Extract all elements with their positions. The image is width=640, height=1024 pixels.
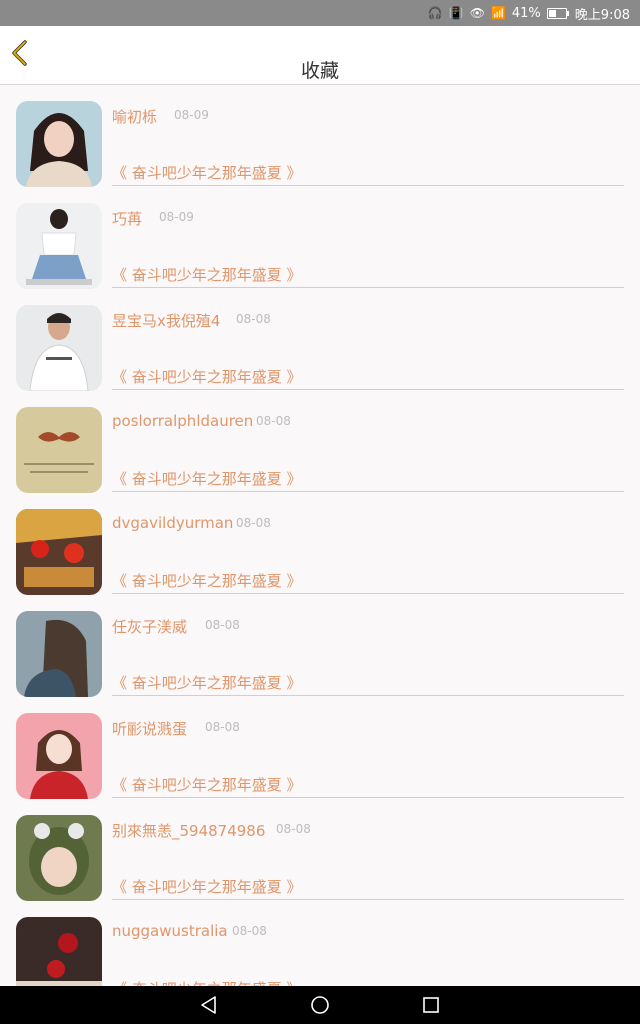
date: 08-08	[232, 924, 267, 938]
date: 08-08	[205, 720, 240, 734]
work-title[interactable]: 《 奋斗吧少年之那年盛夏 》	[112, 162, 302, 183]
nav-back-button[interactable]	[198, 994, 220, 1016]
avatar[interactable]	[16, 101, 102, 187]
user-name: 巧苒	[112, 210, 143, 228]
page-header: 收藏	[0, 26, 640, 85]
user-name: 别來無恙_594874986	[112, 822, 266, 840]
date: 08-09	[159, 210, 194, 224]
avatar[interactable]	[16, 509, 102, 595]
date: 08-08	[256, 414, 291, 428]
favorites-list[interactable]: 喻初栎 08-09 《 奋斗吧少年之那年盛夏 》 巧苒 08-09 《 奋斗吧少…	[0, 84, 640, 986]
list-item[interactable]: 任灰子渼威 08-08 《 奋斗吧少年之那年盛夏 》	[0, 594, 640, 697]
work-title[interactable]: 《 奋斗吧少年之那年盛夏 》	[112, 876, 302, 897]
work-title[interactable]: 《 奋斗吧少年之那年盛夏 》	[112, 978, 302, 986]
battery-icon	[546, 7, 569, 19]
date: 08-08	[276, 822, 311, 836]
list-item[interactable]: 巧苒 08-09 《 奋斗吧少年之那年盛夏 》	[0, 186, 640, 289]
status-bar: 🎧 📳 👁 📶 41% 晚上9:08	[0, 0, 640, 26]
work-title[interactable]: 《 奋斗吧少年之那年盛夏 》	[112, 570, 302, 591]
wifi-icon: 📶	[490, 6, 506, 20]
headset-icon: 🎧	[427, 6, 443, 20]
avatar[interactable]	[16, 611, 102, 697]
list-item[interactable]: 昱宝马x我倪殖4 08-08 《 奋斗吧少年之那年盛夏 》	[0, 288, 640, 391]
square-recents-icon	[423, 997, 439, 1013]
avatar[interactable]	[16, 203, 102, 289]
avatar[interactable]	[16, 407, 102, 493]
user-name: nuggawustralia	[112, 922, 228, 940]
list-item[interactable]: 别來無恙_594874986 08-08 《 奋斗吧少年之那年盛夏 》	[0, 798, 640, 901]
date: 08-09	[174, 108, 209, 122]
work-title[interactable]: 《 奋斗吧少年之那年盛夏 》	[112, 672, 302, 693]
work-title[interactable]: 《 奋斗吧少年之那年盛夏 》	[112, 366, 302, 387]
date: 08-08	[236, 312, 271, 326]
battery-percent: 41%	[511, 5, 541, 21]
list-item[interactable]: 喻初栎 08-09 《 奋斗吧少年之那年盛夏 》	[0, 84, 640, 187]
list-item[interactable]: poslorralphldauren 08-08 《 奋斗吧少年之那年盛夏 》	[0, 390, 640, 493]
vibrate-icon: 📳	[448, 6, 464, 20]
user-name: poslorralphldauren	[112, 412, 254, 430]
navigation-bar	[0, 986, 640, 1024]
date: 08-08	[236, 516, 271, 530]
circle-home-icon	[311, 996, 329, 1014]
work-title[interactable]: 《 奋斗吧少年之那年盛夏 》	[112, 468, 302, 489]
user-name: 听彨说溅蛋	[112, 720, 188, 738]
user-name: dvgavildyurman	[112, 514, 234, 532]
avatar[interactable]	[16, 305, 102, 391]
list-item[interactable]: 听彨说溅蛋 08-08 《 奋斗吧少年之那年盛夏 》	[0, 696, 640, 799]
nav-home-button[interactable]	[309, 994, 331, 1016]
user-name: 任灰子渼威	[112, 618, 188, 636]
eye-icon: 👁	[469, 6, 485, 20]
avatar[interactable]	[16, 815, 102, 901]
list-item[interactable]: dvgavildyurman 08-08 《 奋斗吧少年之那年盛夏 》	[0, 492, 640, 595]
list-item[interactable]: nuggawustralia 08-08 《 奋斗吧少年之那年盛夏 》	[0, 900, 640, 986]
work-title[interactable]: 《 奋斗吧少年之那年盛夏 》	[112, 774, 302, 795]
avatar[interactable]	[16, 713, 102, 799]
work-title[interactable]: 《 奋斗吧少年之那年盛夏 》	[112, 264, 302, 285]
triangle-back-icon	[201, 996, 216, 1014]
page-title: 收藏	[300, 60, 339, 82]
user-name: 喻初栎	[112, 108, 158, 126]
nav-recents-button[interactable]	[420, 994, 442, 1016]
clock: 晚上9:08	[574, 7, 630, 23]
user-name: 昱宝马x我倪殖4	[112, 312, 221, 330]
date: 08-08	[205, 618, 240, 632]
avatar[interactable]	[16, 917, 102, 986]
